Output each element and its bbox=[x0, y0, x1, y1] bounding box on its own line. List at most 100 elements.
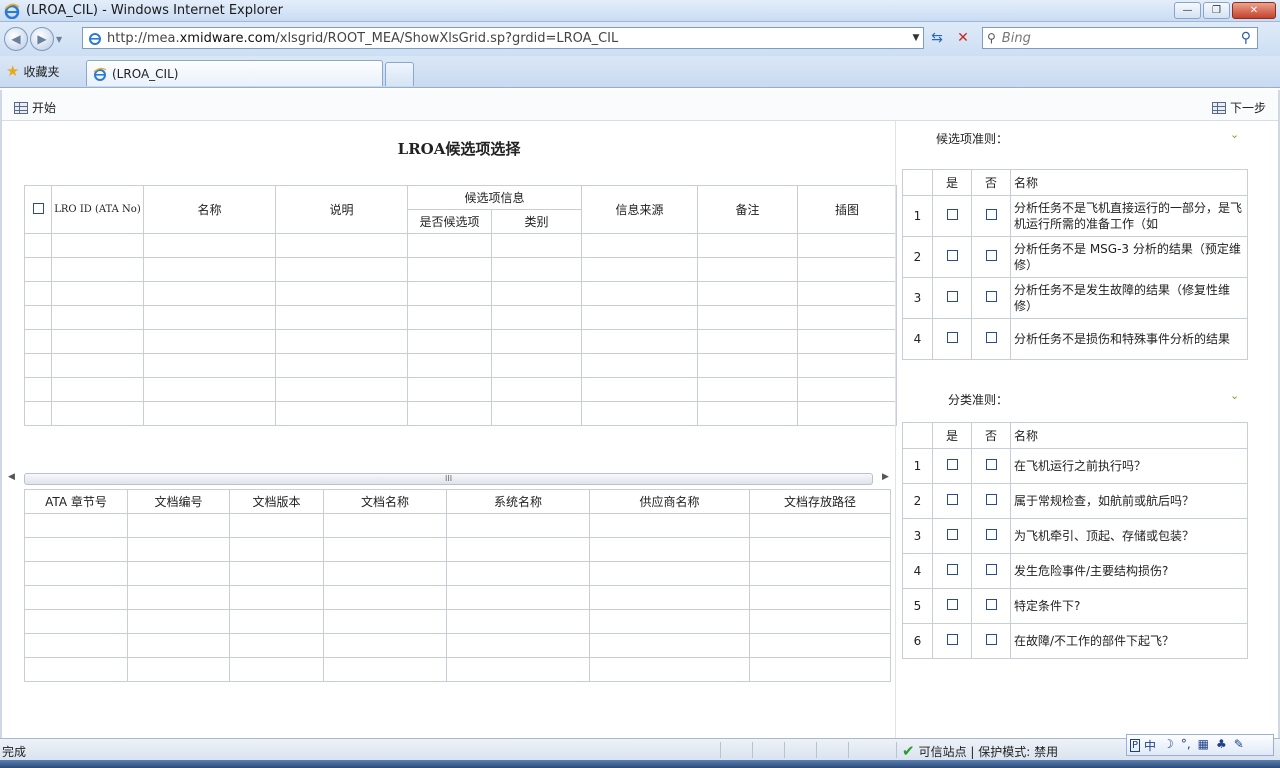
scroll-right-icon[interactable]: ▶ bbox=[882, 472, 889, 482]
classification-rules-collapse-icon[interactable]: ⌄ bbox=[1230, 389, 1239, 402]
rule-no-cell[interactable] bbox=[971, 588, 1011, 624]
table-cell[interactable] bbox=[589, 513, 750, 538]
table-cell[interactable] bbox=[581, 329, 699, 354]
table-cell[interactable] bbox=[589, 609, 750, 634]
table-cell[interactable] bbox=[446, 561, 590, 586]
rule-yes-cell[interactable] bbox=[932, 195, 972, 237]
table-cell[interactable] bbox=[229, 609, 324, 634]
table-cell[interactable] bbox=[749, 513, 891, 538]
table-cell[interactable] bbox=[407, 377, 492, 402]
table-cell[interactable] bbox=[229, 585, 324, 610]
table-cell[interactable] bbox=[490, 329, 583, 354]
close-window-button[interactable]: ✕ bbox=[1232, 2, 1276, 19]
ime-toolbar[interactable]: P 中 ☽ °, ▦ ♣ ✎ bbox=[1126, 734, 1274, 756]
table-cell[interactable] bbox=[51, 305, 144, 330]
table-cell[interactable] bbox=[51, 233, 144, 258]
table-cell[interactable] bbox=[127, 513, 230, 538]
ime-item-icon[interactable]: ✎ bbox=[1234, 737, 1244, 754]
rule-no-checkbox[interactable] bbox=[985, 459, 997, 470]
scroll-left-icon[interactable]: ◀ bbox=[8, 472, 15, 482]
rule-yes-checkbox[interactable] bbox=[946, 599, 958, 610]
table-cell[interactable] bbox=[446, 513, 590, 538]
rule-yes-checkbox[interactable] bbox=[946, 494, 958, 505]
address-dropdown-icon[interactable]: ▼ bbox=[909, 33, 923, 43]
table-cell[interactable] bbox=[127, 657, 230, 682]
table-cell[interactable] bbox=[407, 353, 492, 378]
scroll-grip[interactable]: III bbox=[445, 474, 452, 483]
table-cell[interactable] bbox=[51, 257, 144, 282]
table-cell[interactable] bbox=[229, 561, 324, 586]
table-row[interactable] bbox=[24, 401, 898, 426]
table-cell[interactable] bbox=[407, 305, 492, 330]
search-box[interactable]: ⚲ Bing ⚲ bbox=[982, 27, 1258, 49]
table-cell[interactable] bbox=[275, 401, 408, 426]
table-cell[interactable] bbox=[581, 281, 699, 306]
table-cell[interactable] bbox=[143, 233, 276, 258]
table-cell[interactable] bbox=[275, 329, 408, 354]
table-cell[interactable] bbox=[24, 281, 52, 306]
table-cell[interactable] bbox=[749, 633, 891, 658]
table-cell[interactable] bbox=[143, 281, 276, 306]
rule-yes-cell[interactable] bbox=[932, 318, 972, 360]
table-cell[interactable] bbox=[697, 401, 799, 426]
table-cell[interactable] bbox=[797, 257, 898, 282]
table-cell[interactable] bbox=[24, 513, 128, 538]
table-cell[interactable] bbox=[323, 513, 447, 538]
table-cell[interactable] bbox=[229, 657, 324, 682]
table-cell[interactable] bbox=[24, 585, 128, 610]
table-cell[interactable] bbox=[275, 377, 408, 402]
rule-yes-cell[interactable] bbox=[932, 518, 972, 554]
table-cell[interactable] bbox=[275, 233, 408, 258]
table-cell[interactable] bbox=[24, 233, 52, 258]
rule-no-cell[interactable] bbox=[971, 277, 1011, 319]
favorites-button[interactable]: ★ 收藏夹 bbox=[6, 62, 59, 80]
table-cell[interactable] bbox=[24, 609, 128, 634]
candidate-rules-collapse-icon[interactable]: ⌄ bbox=[1230, 128, 1239, 141]
table-cell[interactable] bbox=[581, 257, 699, 282]
rule-no-cell[interactable] bbox=[971, 318, 1011, 360]
rule-yes-cell[interactable] bbox=[932, 553, 972, 589]
table-cell[interactable] bbox=[581, 305, 699, 330]
table-cell[interactable] bbox=[24, 633, 128, 658]
rule-yes-cell[interactable] bbox=[932, 623, 972, 659]
minimize-button[interactable]: — bbox=[1174, 2, 1201, 19]
table-row[interactable] bbox=[24, 657, 891, 682]
table-cell[interactable] bbox=[51, 377, 144, 402]
table-cell[interactable] bbox=[749, 561, 891, 586]
table-cell[interactable] bbox=[24, 537, 128, 562]
rule-yes-checkbox[interactable] bbox=[946, 459, 958, 470]
table-cell[interactable] bbox=[323, 657, 447, 682]
rule-yes-checkbox[interactable] bbox=[946, 529, 958, 540]
table-cell[interactable] bbox=[24, 561, 128, 586]
table-cell[interactable] bbox=[490, 401, 583, 426]
table-cell[interactable] bbox=[24, 377, 52, 402]
rule-no-checkbox[interactable] bbox=[985, 332, 997, 343]
table-row[interactable] bbox=[24, 633, 891, 658]
table-cell[interactable] bbox=[581, 353, 699, 378]
table-cell[interactable] bbox=[143, 305, 276, 330]
maximize-button[interactable]: ❐ bbox=[1203, 2, 1230, 19]
table-cell[interactable] bbox=[797, 329, 898, 354]
table-cell[interactable] bbox=[589, 585, 750, 610]
table-cell[interactable] bbox=[446, 609, 590, 634]
table-cell[interactable] bbox=[446, 633, 590, 658]
rule-yes-cell[interactable] bbox=[932, 483, 972, 519]
rule-no-checkbox[interactable] bbox=[985, 291, 997, 302]
table-cell[interactable] bbox=[581, 377, 699, 402]
rule-no-cell[interactable] bbox=[971, 518, 1011, 554]
scroll-track[interactable]: III bbox=[24, 473, 873, 485]
table-row[interactable] bbox=[24, 257, 898, 282]
table-cell[interactable] bbox=[697, 281, 799, 306]
table-row[interactable] bbox=[24, 609, 891, 634]
table-cell[interactable] bbox=[24, 305, 52, 330]
table-cell[interactable] bbox=[323, 633, 447, 658]
table-row[interactable] bbox=[24, 329, 898, 354]
rule-no-checkbox[interactable] bbox=[985, 564, 997, 575]
table-cell[interactable] bbox=[24, 353, 52, 378]
rule-yes-cell[interactable] bbox=[932, 448, 972, 484]
table-cell[interactable] bbox=[581, 233, 699, 258]
table-cell[interactable] bbox=[697, 233, 799, 258]
table-cell[interactable] bbox=[323, 537, 447, 562]
table-row[interactable] bbox=[24, 585, 891, 610]
table-row[interactable] bbox=[24, 537, 891, 562]
